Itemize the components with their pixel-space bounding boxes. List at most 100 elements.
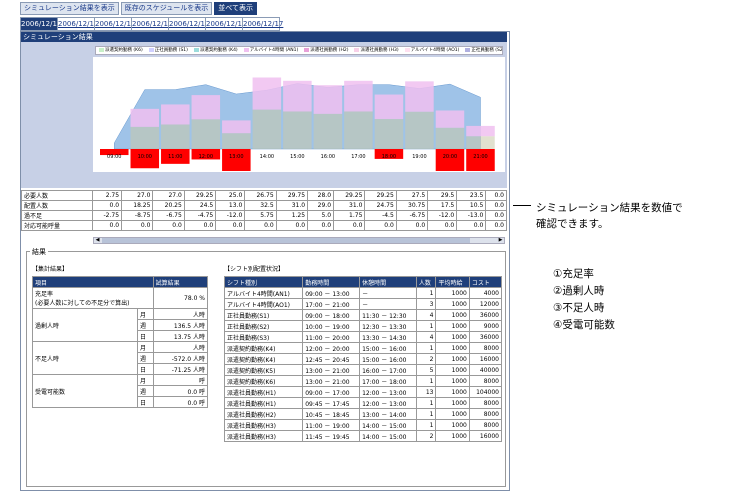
data-cell: 0.0 bbox=[427, 220, 458, 231]
shift-cell: 派遣契約勤務(K6) bbox=[223, 375, 304, 387]
shift-cell: 1000 bbox=[435, 430, 470, 442]
side-by-side-button[interactable]: 並べて表示 bbox=[214, 2, 257, 15]
shift-cell: 36000 bbox=[468, 309, 503, 321]
date-tab[interactable]: 2006/12/13 bbox=[94, 17, 135, 31]
shift-cell: 1 bbox=[415, 408, 437, 420]
shift-cell: 1000 bbox=[435, 320, 470, 332]
shift-cell: 13:00 － 21:00 bbox=[302, 364, 361, 376]
shift-row: アルバイト4時間(AO1) 17:00 － 21:00 － 3 1000 12000 bbox=[223, 298, 503, 310]
show-existing-schedule-button[interactable]: 既存のスケジュールを表示 bbox=[120, 2, 213, 15]
data-cell: 30.75 bbox=[395, 200, 429, 211]
summary-header-item: 項目 bbox=[32, 276, 154, 288]
legend-swatch bbox=[304, 47, 310, 52]
shift-cell: 09:45 － 17:45 bbox=[302, 397, 361, 409]
date-tab[interactable]: 2006/12/17 bbox=[242, 17, 283, 31]
show-simulation-button[interactable]: シミュレーション結果を表示 bbox=[20, 2, 119, 15]
shift-cell: 派遣社員勤務(H1) bbox=[223, 397, 304, 409]
assigned-bar-top bbox=[344, 80, 373, 112]
legend-label: アルバイト4時間 (AO1) bbox=[410, 48, 460, 53]
period-cell: 月 bbox=[137, 374, 154, 386]
date-tab[interactable]: 2006/12/16 bbox=[205, 17, 246, 31]
data-cell: -13.0 bbox=[456, 210, 487, 221]
annotation-line1: シミュレーション結果を数値で bbox=[536, 202, 683, 214]
scroll-left-icon[interactable]: ◀ bbox=[94, 237, 101, 244]
shift-row: 正社員勤務(S2) 10:00 － 19:00 12:30 － 13:30 1 1000… bbox=[223, 320, 503, 332]
shift-cell: 正社員勤務(S3) bbox=[223, 331, 304, 343]
annotation-item: ①充足率 bbox=[553, 268, 594, 280]
shift-cell: 1000 bbox=[435, 419, 470, 431]
value-cell: 0.0 呼 bbox=[152, 396, 209, 408]
data-row: 必要人数 2.75 27.0 27.0 29.25 25.0 26.75 29.75 28.0 2… bbox=[21, 190, 507, 201]
shift-cell: 11:30 － 12:30 bbox=[359, 309, 417, 321]
scroll-thumb[interactable] bbox=[102, 238, 470, 243]
time-tick-label: 14:00 bbox=[260, 154, 274, 160]
horizontal-scrollbar[interactable]: ◀ ▶ bbox=[93, 237, 505, 244]
period-cell: 月 bbox=[137, 341, 154, 353]
scroll-right-icon[interactable]: ▶ bbox=[497, 237, 504, 244]
data-cell: 27.0 bbox=[152, 190, 185, 201]
data-cell: 27.5 bbox=[395, 190, 429, 201]
data-cell: 5.0 bbox=[307, 210, 335, 221]
data-cell: 17.5 bbox=[427, 200, 458, 211]
data-cell: 0.0 bbox=[307, 220, 335, 231]
period-cell: 日 bbox=[137, 330, 154, 342]
shift-cell: 12:30 － 13:30 bbox=[359, 320, 417, 332]
shift-cell: アルバイト4時間(AO1) bbox=[223, 298, 304, 310]
shift-row: 派遣契約勤務(K5) 13:00 － 21:00 16:00 － 17:00 5 100… bbox=[223, 364, 503, 376]
assigned-bar-top bbox=[435, 110, 465, 128]
shortage-bar bbox=[435, 149, 465, 171]
shift-cell: 1 bbox=[415, 342, 437, 354]
data-cell: 29.25 bbox=[183, 190, 217, 201]
assigned-bar-base bbox=[374, 119, 404, 149]
view-toggle-buttons: シミュレーション結果を表示 既存のスケジュールを表示 並べて表示 bbox=[20, 2, 257, 15]
assigned-bar-top bbox=[191, 95, 221, 120]
shift-row: 派遣契約勤務(K6) 13:00 － 21:00 17:00 － 18:00 1 100… bbox=[223, 375, 503, 387]
date-tab[interactable]: 2006/12/11 bbox=[20, 17, 61, 31]
shift-cell: 104000 bbox=[468, 386, 503, 398]
summary-header-result: 試算結果 bbox=[152, 276, 209, 288]
shift-cell: 1 bbox=[415, 287, 437, 299]
assigned-bar-top bbox=[161, 104, 190, 125]
legend-item: 派遣社員勤務 (H3) bbox=[354, 47, 399, 54]
shift-cell: 14:00 － 15:00 bbox=[359, 419, 417, 431]
data-cell: 18.25 bbox=[121, 200, 154, 211]
data-cell: 24.5 bbox=[183, 200, 217, 211]
data-cell: -6.75 bbox=[152, 210, 185, 221]
data-cell: 2.75 bbox=[91, 190, 123, 201]
date-tab[interactable]: 2006/12/15 bbox=[168, 17, 209, 31]
data-cell: -12.0 bbox=[215, 210, 246, 221]
legend-label: 正社員勤務 (S1) bbox=[154, 48, 188, 53]
shift-cell: 8000 bbox=[468, 342, 503, 354]
data-cell: 0.0 bbox=[485, 190, 507, 201]
data-cell: -2.75 bbox=[91, 210, 123, 221]
shift-row: 派遣社員勤務(H1) 09:45 － 17:45 12:00 － 13:00 1 100… bbox=[223, 397, 503, 409]
shift-cell: 1000 bbox=[435, 353, 470, 365]
time-tick-label: 20:00 bbox=[443, 154, 457, 160]
assigned-bar-top bbox=[222, 120, 251, 134]
data-cell: 0.0 bbox=[183, 220, 217, 231]
shortage-bar bbox=[466, 149, 495, 171]
date-tab[interactable]: 2006/12/12 bbox=[57, 17, 98, 31]
shift-cell: 15:00 － 16:00 bbox=[359, 342, 417, 354]
legend-swatch bbox=[354, 47, 360, 52]
assigned-bar-base bbox=[283, 111, 312, 149]
assigned-bar-top bbox=[466, 125, 495, 137]
value-cell: -71.25 人時 bbox=[152, 363, 209, 375]
data-cell: 0.0 bbox=[456, 220, 487, 231]
shift-cell: 40000 bbox=[468, 364, 503, 376]
data-cell: 26.75 bbox=[244, 190, 277, 201]
shift-header: 勤務時間 bbox=[302, 276, 361, 288]
shift-cell: 11:45 － 19:45 bbox=[302, 430, 361, 442]
value-cell: -572.0 人時 bbox=[152, 352, 209, 364]
result-title: 結果 bbox=[30, 247, 48, 257]
shift-cell: 8000 bbox=[468, 397, 503, 409]
data-cell: 27.0 bbox=[121, 190, 154, 201]
date-tab[interactable]: 2006/12/14 bbox=[131, 17, 172, 31]
shift-cell: 14:00 － 15:00 bbox=[359, 430, 417, 442]
shift-cell: 派遣社員勤務(H3) bbox=[223, 419, 304, 431]
shift-cell: 13:30 － 14:30 bbox=[359, 331, 417, 343]
shift-cell: 派遣契約勤務(K4) bbox=[223, 353, 304, 365]
data-cell: 0.0 bbox=[364, 220, 397, 231]
value-cell: 人時 bbox=[152, 308, 209, 320]
time-tick-label: 10:00 bbox=[138, 154, 152, 160]
